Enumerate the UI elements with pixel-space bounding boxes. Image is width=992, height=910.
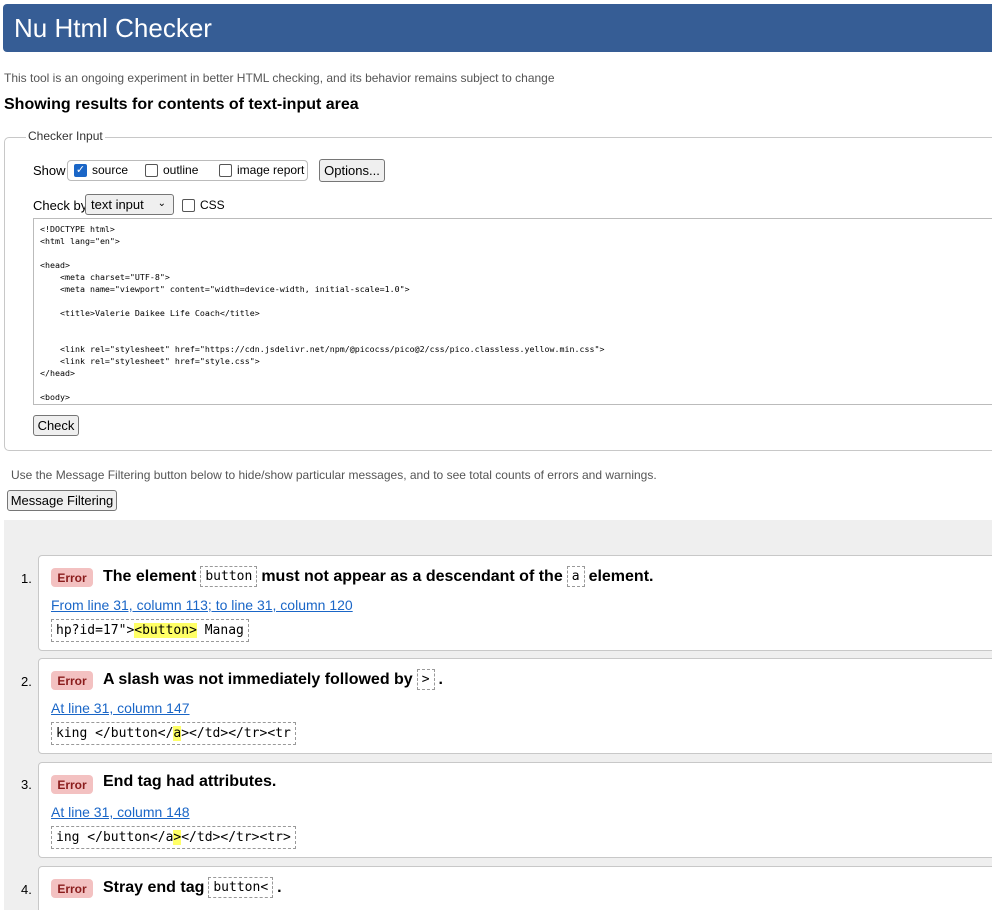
error-badge: Error: [51, 879, 93, 898]
show-source-checkbox[interactable]: ✓ source: [74, 163, 128, 177]
message-location-link[interactable]: At line 31, column 147: [51, 700, 190, 716]
checkbox-unchecked-icon: [219, 163, 232, 177]
intro-subtitle: This tool is an ongoing experiment in be…: [4, 71, 555, 85]
show-image-report-label: image report: [237, 163, 305, 177]
checkbox-checked-icon: ✓: [74, 163, 87, 177]
message-code: button: [200, 566, 258, 587]
message-item-3: Error End tag had attributes. At line 31…: [38, 762, 992, 858]
css-checkbox[interactable]: CSS: [182, 198, 225, 212]
results-heading: Showing results for contents of text-inp…: [4, 96, 359, 113]
message-text: A slash was not immediately followed by …: [103, 669, 443, 690]
message-item-2: Error A slash was not immediately follow…: [38, 658, 992, 754]
results-list: 1. Error The element button must not app…: [4, 520, 992, 910]
app-title: Nu Html Checker: [14, 13, 212, 43]
error-badge: Error: [51, 671, 93, 690]
message-text: End tag had attributes.: [103, 773, 277, 790]
checkbox-unchecked-icon: [145, 163, 158, 177]
message-extract: ing </button</a></td></tr><tr>: [51, 826, 296, 849]
app-title-banner: Nu Html Checker: [3, 4, 992, 52]
message-location-link[interactable]: At line 31, column 148: [51, 804, 190, 820]
show-source-label: source: [92, 163, 129, 177]
check-button[interactable]: Check: [33, 415, 79, 436]
show-outline-label: outline: [163, 163, 199, 177]
message-filtering-button[interactable]: Message Filtering: [7, 490, 117, 511]
message-text: The element button must not appear as a …: [103, 566, 653, 587]
message-item-4: Error Stray end tag button< .: [38, 866, 992, 910]
message-extract: hp?id=17"><button> Manag: [51, 619, 249, 642]
options-button[interactable]: Options...: [319, 159, 385, 182]
css-label: CSS: [200, 198, 225, 212]
extract-highlight: <button>: [134, 623, 197, 638]
checkbox-unchecked-icon: [182, 198, 195, 212]
message-location-link[interactable]: From line 31, column 113; to line 31, co…: [51, 597, 353, 613]
source-textarea[interactable]: <!DOCTYPE html> <html lang="en"> <head> …: [33, 218, 992, 405]
source-text: <!DOCTYPE html> <html lang="en"> <head> …: [40, 224, 605, 402]
message-number: 2.: [21, 674, 32, 689]
message-number: 4.: [21, 882, 32, 897]
chevron-down-icon: ⌄: [157, 198, 166, 209]
message-code-2: a: [566, 566, 585, 587]
message-code: button<: [208, 877, 274, 898]
message-extract: king </button</a></td></tr><tr: [51, 722, 296, 745]
message-number: 1.: [21, 571, 32, 586]
check-by-value: text input: [91, 197, 144, 212]
error-badge: Error: [51, 775, 93, 794]
message-text: Stray end tag button< .: [103, 877, 282, 898]
message-item-1: Error The element button must not appear…: [38, 555, 992, 651]
message-code: >: [416, 669, 435, 690]
show-image-report-checkbox[interactable]: image report: [219, 163, 304, 177]
message-number: 3.: [21, 777, 32, 792]
error-badge: Error: [51, 568, 93, 587]
filter-hint: Use the Message Filtering button below t…: [11, 468, 657, 482]
check-by-label: Check by: [33, 198, 88, 213]
show-outline-checkbox[interactable]: outline: [145, 163, 198, 177]
show-label: Show: [33, 163, 66, 178]
check-by-select[interactable]: text input ⌄: [85, 194, 174, 215]
checker-input-legend: Checker Input: [26, 129, 105, 143]
